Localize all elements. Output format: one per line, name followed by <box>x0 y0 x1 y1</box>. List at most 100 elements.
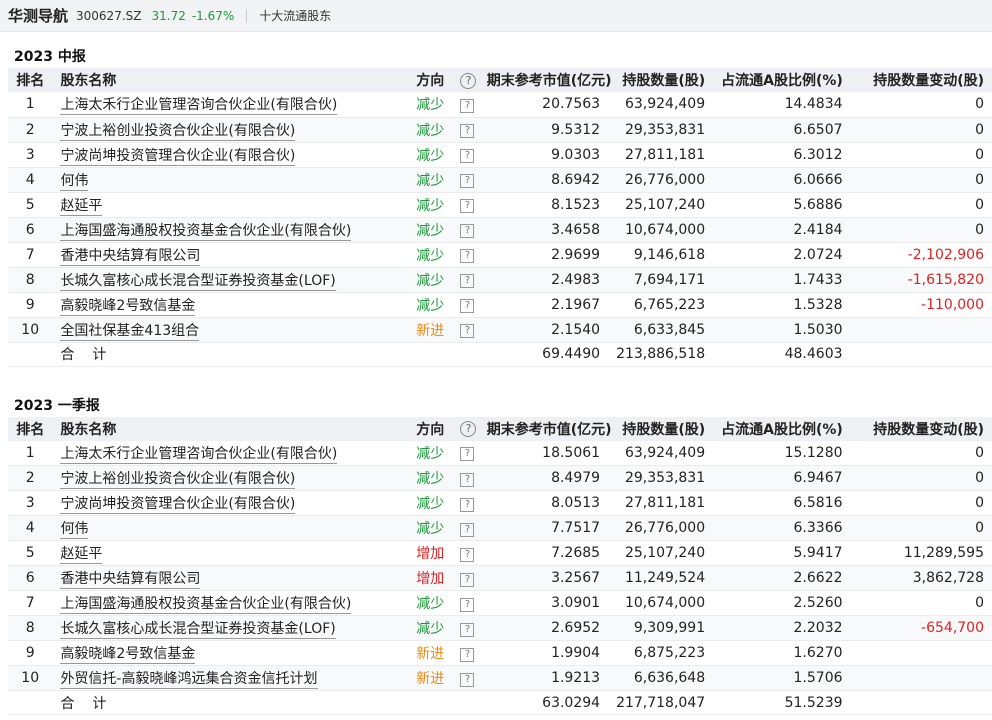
total-label-text: 合计 <box>60 695 125 712</box>
question-icon[interactable]: ? <box>460 124 475 138</box>
holder-name-cell: 香港中央结算有限公司 <box>52 566 408 591</box>
question-icon[interactable]: ? <box>460 597 475 612</box>
question-icon[interactable]: ? <box>460 299 475 313</box>
table-row: 10 外贸信托-高毅晓峰鸿远集合资金信托计划 新进? 1.9213 6,636,648 1… <box>8 665 992 691</box>
holder-name-link[interactable]: 宁波尚坤投资管理合伙企业(有限合伙) <box>60 147 296 166</box>
row-rank: 6 <box>25 570 35 586</box>
question-icon[interactable]: ? <box>460 647 475 662</box>
share-count: 63,924,409 <box>624 444 706 461</box>
holder-name-link[interactable]: 上海国盛海通股权投资基金合伙企业(有限合伙) <box>60 222 352 241</box>
share-count: 25,107,240 <box>624 545 706 561</box>
market-value: 8.6942 <box>551 171 601 188</box>
holder-name-link[interactable]: 宁波上裕创业投资合伙企业(有限合伙) <box>60 122 296 141</box>
share-change: -110,000 <box>921 296 984 313</box>
row-rank: 10 <box>21 321 40 338</box>
question-icon[interactable]: ? <box>460 522 475 537</box>
share-change <box>851 641 992 666</box>
col-change[interactable]: 持股数量变动(股) <box>851 417 992 441</box>
holder-name-link[interactable]: 宁波尚坤投资管理合伙企业(有限合伙) <box>60 496 296 514</box>
holder-name-link[interactable]: 宁波上裕创业投资合伙企业(有限合伙) <box>60 471 296 489</box>
holder-name-link[interactable]: 香港中央结算有限公司 <box>60 571 201 589</box>
question-icon[interactable]: ? <box>460 622 475 637</box>
share-count: 9,309,991 <box>633 620 706 636</box>
col-change[interactable]: 持股数量变动(股) <box>851 68 992 92</box>
holder-name-link[interactable]: 高毅晓峰2号致信基金 <box>60 646 196 664</box>
holder-name-cell: 何伟 <box>52 516 408 541</box>
table-row: 6 上海国盛海通股权投资基金合伙企业(有限合伙) 减少? 3.4658 10,674,0… <box>8 217 992 242</box>
holder-name-link[interactable]: 赵延平 <box>60 546 103 564</box>
holder-name-link[interactable]: 上海太禾行企业管理咨询合伙企业(有限合伙) <box>60 97 338 116</box>
col-ratio[interactable]: 占流通A股比例(%) <box>713 417 850 441</box>
question-icon[interactable]: ? <box>460 224 475 238</box>
question-icon[interactable]: ? <box>460 447 475 462</box>
section-title: 2023 中报 <box>14 49 86 65</box>
holder-name-link[interactable]: 外贸信托-高毅晓峰鸿远集合资金信托计划 <box>60 671 318 689</box>
share-change: 0 <box>975 444 984 461</box>
holder-name-link[interactable]: 长城久富核心成长混合型证券投资基金(LOF) <box>60 272 336 291</box>
col-name: 股东名称 <box>60 421 117 438</box>
holder-name-link[interactable]: 全国社保基金413组合 <box>60 322 200 341</box>
row-rank: 7 <box>25 246 35 263</box>
help-icon[interactable]: ? <box>460 72 477 89</box>
question-icon[interactable]: ? <box>460 672 475 687</box>
holder-name-cell: 上海太禾行企业管理咨询合伙企业(有限合伙) <box>52 441 408 466</box>
holder-name-link[interactable]: 长城久富核心成长混合型证券投资基金(LOF) <box>60 621 336 639</box>
share-change: 11,289,595 <box>903 545 984 561</box>
holder-name-cell: 高毅晓峰2号致信基金 <box>52 292 408 317</box>
market-value: 3.0901 <box>551 595 601 611</box>
share-count: 29,353,831 <box>624 121 706 138</box>
total-label-text: 合计 <box>60 347 125 363</box>
row-help-cell: ? <box>452 317 478 342</box>
share-count: 25,107,240 <box>624 196 706 213</box>
row-help-cell: ? <box>452 192 478 217</box>
total-spacer <box>851 691 992 715</box>
direction-label: 减少 <box>416 272 445 289</box>
row-rank: 2 <box>25 121 35 138</box>
question-icon[interactable]: ? <box>460 199 475 213</box>
holder-name-link[interactable]: 高毅晓峰2号致信基金 <box>60 297 196 316</box>
total-row: 合计 63.0294 217,718,047 51.5239 <box>8 691 992 715</box>
row-help-cell: ? <box>452 267 478 292</box>
help-icon[interactable]: ? <box>460 421 477 437</box>
float-ratio: 6.0666 <box>793 171 843 188</box>
row-rank: 3 <box>25 495 35 511</box>
question-icon[interactable]: ? <box>460 547 475 562</box>
col-market-value[interactable]: 期末参考市值(亿元) <box>479 417 612 441</box>
holder-name-link[interactable]: 上海太禾行企业管理咨询合伙企业(有限合伙) <box>60 445 338 464</box>
direction-label: 减少 <box>416 97 445 114</box>
stock-name[interactable]: 华测导航 <box>8 5 68 26</box>
question-icon[interactable]: ? <box>460 572 475 587</box>
holder-name-link[interactable]: 香港中央结算有限公司 <box>60 247 201 266</box>
question-icon[interactable]: ? <box>460 174 475 188</box>
col-shares[interactable]: 持股数量(股) <box>608 68 713 92</box>
question-icon[interactable]: ? <box>460 497 475 512</box>
holders-table: 排名 股东名称 方向? 期末参考市值(亿元) 持股数量(股) 占流通A股比例(%) 持股数量… <box>8 68 992 367</box>
table-row: 2 宁波上裕创业投资合伙企业(有限合伙) 减少? 8.4979 29,353,831 6.… <box>8 465 992 491</box>
row-rank: 9 <box>25 645 35 661</box>
share-count: 6,633,845 <box>633 321 706 338</box>
float-ratio: 5.6886 <box>793 196 843 213</box>
total-row: 合计 69.4490 213,886,518 48.4603 <box>8 342 992 366</box>
holder-name-link[interactable]: 何伟 <box>60 172 89 191</box>
question-icon[interactable]: ? <box>460 472 475 487</box>
holder-name-link[interactable]: 赵延平 <box>60 197 103 216</box>
row-rank: 9 <box>25 296 35 313</box>
holder-name-cell: 外贸信托-高毅晓峰鸿远集合资金信托计划 <box>52 666 408 691</box>
question-icon[interactable]: ? <box>460 249 475 263</box>
float-ratio: 1.6270 <box>793 645 843 661</box>
total-market-value: 69.4490 <box>542 346 601 362</box>
float-ratio: 6.6507 <box>793 121 843 138</box>
row-help-cell: ? <box>452 242 478 267</box>
question-icon[interactable]: ? <box>460 149 475 163</box>
row-rank: 4 <box>25 171 35 188</box>
share-change: 0 <box>975 96 984 113</box>
col-ratio[interactable]: 占流通A股比例(%) <box>713 68 850 92</box>
question-icon[interactable]: ? <box>460 274 475 288</box>
question-icon[interactable]: ? <box>460 324 475 338</box>
col-shares[interactable]: 持股数量(股) <box>608 417 713 441</box>
holder-name-link[interactable]: 上海国盛海通股权投资基金合伙企业(有限合伙) <box>60 596 352 614</box>
col-market-value[interactable]: 期末参考市值(亿元) <box>479 68 612 92</box>
question-icon[interactable]: ? <box>460 98 475 113</box>
holder-name-link[interactable]: 何伟 <box>60 521 89 539</box>
market-value: 8.4979 <box>551 470 601 486</box>
